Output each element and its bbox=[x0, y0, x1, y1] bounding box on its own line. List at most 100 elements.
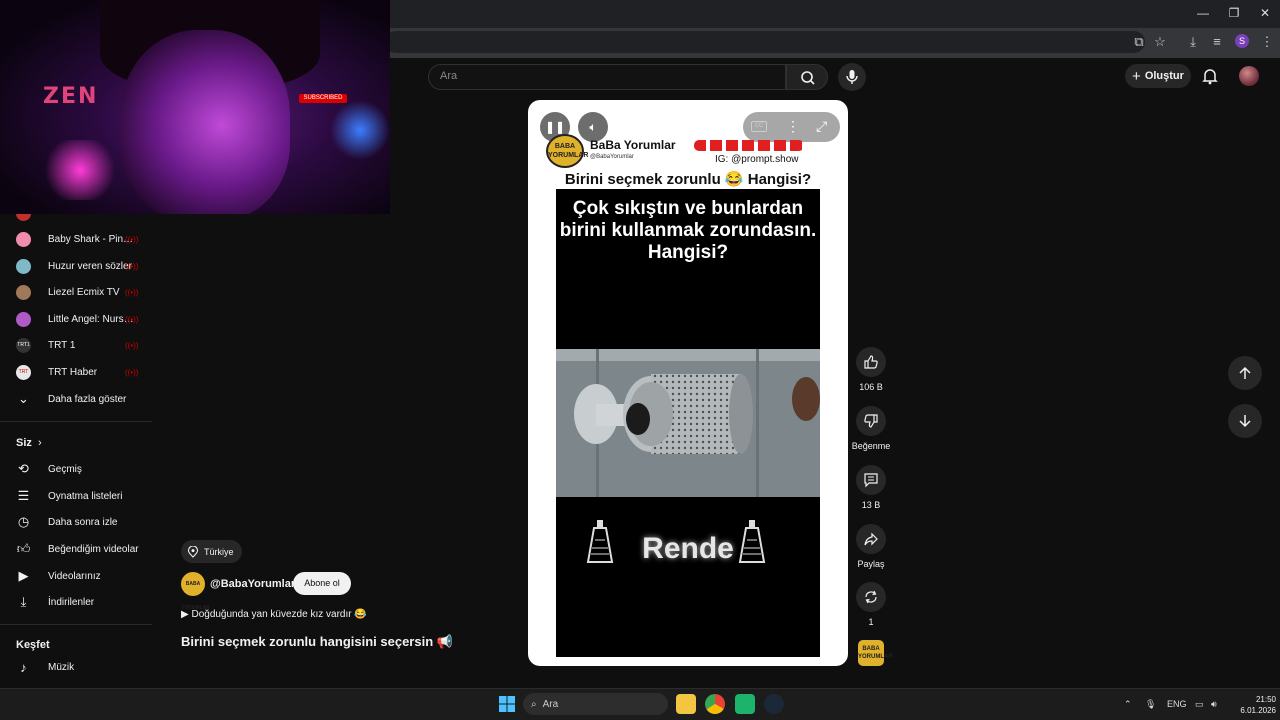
thumb-up-icon bbox=[864, 355, 878, 369]
next-short-button[interactable] bbox=[1228, 404, 1262, 438]
download-icon[interactable]: ⤓ bbox=[1184, 34, 1202, 50]
sidebar-item-label: Beğendiğim videolar bbox=[48, 543, 139, 555]
create-button[interactable]: + Oluştur bbox=[1125, 64, 1191, 88]
sidebar-divider bbox=[0, 624, 152, 625]
bookmark-star-icon[interactable]: ☆ bbox=[1151, 34, 1169, 50]
language-indicator[interactable]: ENG bbox=[1167, 699, 1187, 709]
sidebar-item-liezel[interactable]: Liezel Ecmix TV ((•)) bbox=[16, 279, 156, 305]
windows-start-icon[interactable] bbox=[498, 695, 516, 713]
channel-avatar[interactable]: BABA YORUMLAR bbox=[181, 572, 210, 611]
install-icon[interactable]: ⧉ bbox=[1130, 34, 1148, 50]
sidebar-item-trt1[interactable]: TRT1 TRT 1 ((•)) bbox=[16, 332, 156, 358]
pip-art-glow bbox=[40, 140, 120, 200]
account-avatar[interactable] bbox=[1239, 66, 1259, 86]
dislike-button[interactable] bbox=[856, 406, 886, 436]
pip-art-glow bbox=[330, 100, 390, 160]
music-icon: ♪ bbox=[20, 659, 27, 675]
create-label: Oluştur bbox=[1144, 70, 1184, 82]
menu-dots-icon[interactable]: ⋮ bbox=[1258, 34, 1276, 50]
file-explorer-icon[interactable] bbox=[676, 694, 696, 714]
close-icon[interactable]: ✕ bbox=[1248, 6, 1280, 20]
pause-icon: ❚❚ bbox=[544, 120, 566, 134]
taskbar-clock[interactable]: 21:50 6.01.2026 bbox=[1228, 694, 1276, 716]
notifications-button[interactable] bbox=[1200, 66, 1220, 86]
bell-icon bbox=[1202, 69, 1218, 85]
live-indicator-icon: ((•)) bbox=[125, 234, 139, 244]
comments-button[interactable] bbox=[856, 465, 886, 495]
sidebar-item-playlists[interactable]: ☰ Oynatma listeleri bbox=[16, 483, 156, 509]
grater-icon bbox=[738, 520, 766, 563]
video-title[interactable]: Birini seçmek zorunlu hangisini seçersin… bbox=[181, 634, 453, 650]
sidebar-item-your-videos[interactable]: ▶ Videolarınız bbox=[16, 563, 156, 589]
search-icon bbox=[801, 71, 815, 85]
description-line[interactable]: ▶ Doğduğunda yan küvezde kız vardır 😂 bbox=[181, 609, 367, 620]
search-input[interactable] bbox=[428, 64, 786, 90]
sidebar-item-huzur[interactable]: Huzur veren sözler ((•)) bbox=[16, 253, 156, 279]
sidebar-section-explore: Keşfet bbox=[16, 639, 50, 651]
tray-mic-icon[interactable]: 🎙︎ bbox=[1145, 699, 1156, 710]
sidebar-item-watch-later[interactable]: ◷ Daha sonra izle bbox=[16, 509, 156, 535]
scribble-overlay bbox=[694, 140, 804, 151]
browser-profile-avatar[interactable]: S bbox=[1235, 34, 1249, 48]
channel-avatar bbox=[16, 311, 31, 327]
captions-icon[interactable]: CC bbox=[751, 121, 767, 132]
live-indicator-icon: ((•)) bbox=[125, 287, 139, 297]
more-options-icon[interactable]: ⋮ bbox=[786, 118, 800, 135]
sidebar-item-liked[interactable]: 👍︎ Beğendiğim videolar bbox=[16, 536, 156, 562]
share-label: Paylaş bbox=[857, 559, 885, 569]
share-icon bbox=[864, 532, 878, 546]
sidebar-item-label: Oynatma listeleri bbox=[48, 490, 123, 502]
minimize-icon[interactable]: — bbox=[1186, 6, 1220, 20]
chevron-down-icon: ⌄ bbox=[18, 391, 29, 406]
chrome-icon[interactable] bbox=[705, 694, 725, 714]
sidebar-item-label: Huzur veren sözler bbox=[48, 260, 132, 272]
sidebar-item-music[interactable]: ♪ Müzik bbox=[16, 654, 156, 680]
fullscreen-icon[interactable]: ⤢ bbox=[816, 118, 827, 135]
sound-thumbnail[interactable]: BABA YORUMLAR bbox=[858, 640, 893, 666]
sidebar-item-label: TRT Haber bbox=[48, 366, 98, 378]
steam-icon[interactable] bbox=[764, 694, 784, 714]
sidebar-item-baby-shark[interactable]: Baby Shark - Pin… ((•)) bbox=[16, 226, 156, 252]
volume-icon[interactable]: 🔊︎ bbox=[1211, 699, 1217, 710]
taskbar-search-label: Ara bbox=[542, 698, 559, 710]
sidebar-show-more[interactable]: ⌄ Daha fazla göster bbox=[16, 386, 156, 412]
like-button[interactable] bbox=[856, 347, 886, 377]
pip-art-face bbox=[120, 30, 290, 214]
video-question-text: Çok sıkıştın ve bunlardan birini kullanm… bbox=[559, 198, 817, 263]
voice-search-button[interactable] bbox=[838, 63, 866, 91]
restore-icon[interactable]: ❐ bbox=[1217, 6, 1251, 20]
pip-video-overlay[interactable]: ZEN SUBSCRIBED bbox=[0, 0, 390, 214]
video-channel-name: BaBa Yorumlar bbox=[590, 138, 676, 152]
sidebar-item-history[interactable]: ⟲ Geçmiş bbox=[16, 456, 156, 482]
taskbar-search[interactable]: ⌕ Ara bbox=[523, 693, 668, 715]
location-chip[interactable]: Türkiye bbox=[181, 540, 242, 563]
app-icon[interactable] bbox=[735, 694, 755, 714]
channel-handle-link[interactable]: @BabaYorumlar bbox=[210, 578, 295, 590]
sidebar-item-trt-haber[interactable]: TRT TRT Haber ((•)) bbox=[16, 359, 156, 385]
address-bar[interactable] bbox=[385, 31, 1145, 53]
sidebar-item-label: Geçmiş bbox=[48, 463, 82, 475]
thumb-down-icon bbox=[864, 414, 878, 428]
network-icon[interactable]: ▭ bbox=[1195, 699, 1204, 710]
sidebar-item-label: Videolarınız bbox=[48, 570, 101, 582]
arrow-down-icon bbox=[1239, 415, 1251, 428]
sidebar-section-you[interactable]: Siz › bbox=[16, 437, 42, 449]
share-button[interactable] bbox=[856, 524, 886, 554]
sidebar-item-downloads[interactable]: ⤓ İndirilenler bbox=[16, 589, 156, 615]
remix-icon bbox=[865, 590, 877, 604]
video-title-overlay: Birini seçmek zorunlu 😂 Hangisi? bbox=[564, 171, 812, 188]
media-queue-icon[interactable]: ≡ bbox=[1208, 34, 1226, 49]
tray-chevron-up-icon[interactable]: ⌃ bbox=[1124, 699, 1132, 710]
sidebar-item-little-angel[interactable]: Little Angel: Nurs… ((•)) bbox=[16, 306, 156, 332]
comment-icon bbox=[864, 473, 878, 488]
sidebar-item-label: Liezel Ecmix TV bbox=[48, 286, 120, 298]
grater-illustration bbox=[556, 349, 820, 497]
subscribe-button[interactable]: Abone ol bbox=[293, 572, 351, 595]
sidebar-item-label: Baby Shark - Pin… bbox=[48, 233, 134, 245]
remix-button[interactable] bbox=[856, 582, 886, 612]
plus-icon: + bbox=[1132, 67, 1141, 85]
dislike-label: Beğenme bbox=[851, 441, 891, 451]
previous-short-button[interactable] bbox=[1228, 356, 1262, 390]
clock-time: 21:50 bbox=[1255, 695, 1276, 704]
search-button[interactable] bbox=[786, 64, 828, 90]
